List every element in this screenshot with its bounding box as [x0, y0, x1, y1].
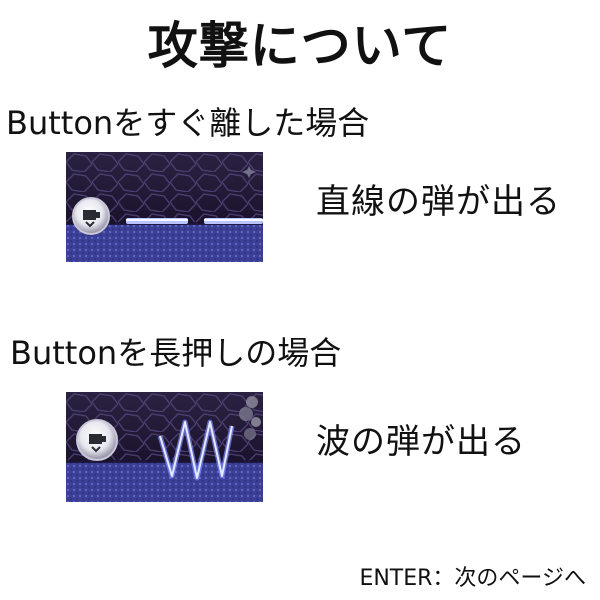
- wave-shot-scene: [66, 392, 263, 502]
- page-title: 攻撃について: [147, 17, 453, 75]
- section-heading-tap: Buttonをすぐ離した場合: [6, 104, 370, 142]
- player-orb-icon: [76, 419, 118, 461]
- next-page-hint: ENTER：次のページへ: [359, 566, 586, 591]
- player-orb-icon: [72, 197, 110, 235]
- straight-shot-screenshot: [66, 152, 263, 262]
- wave-shot-screenshot: [66, 392, 263, 502]
- section-heading-hold: Buttonを長押しの場合: [10, 334, 342, 372]
- result-wave-shot: 波の弾が出る: [316, 422, 526, 462]
- result-straight-shot: 直線の弾が出る: [316, 182, 561, 222]
- straight-shot-scene: [66, 152, 263, 262]
